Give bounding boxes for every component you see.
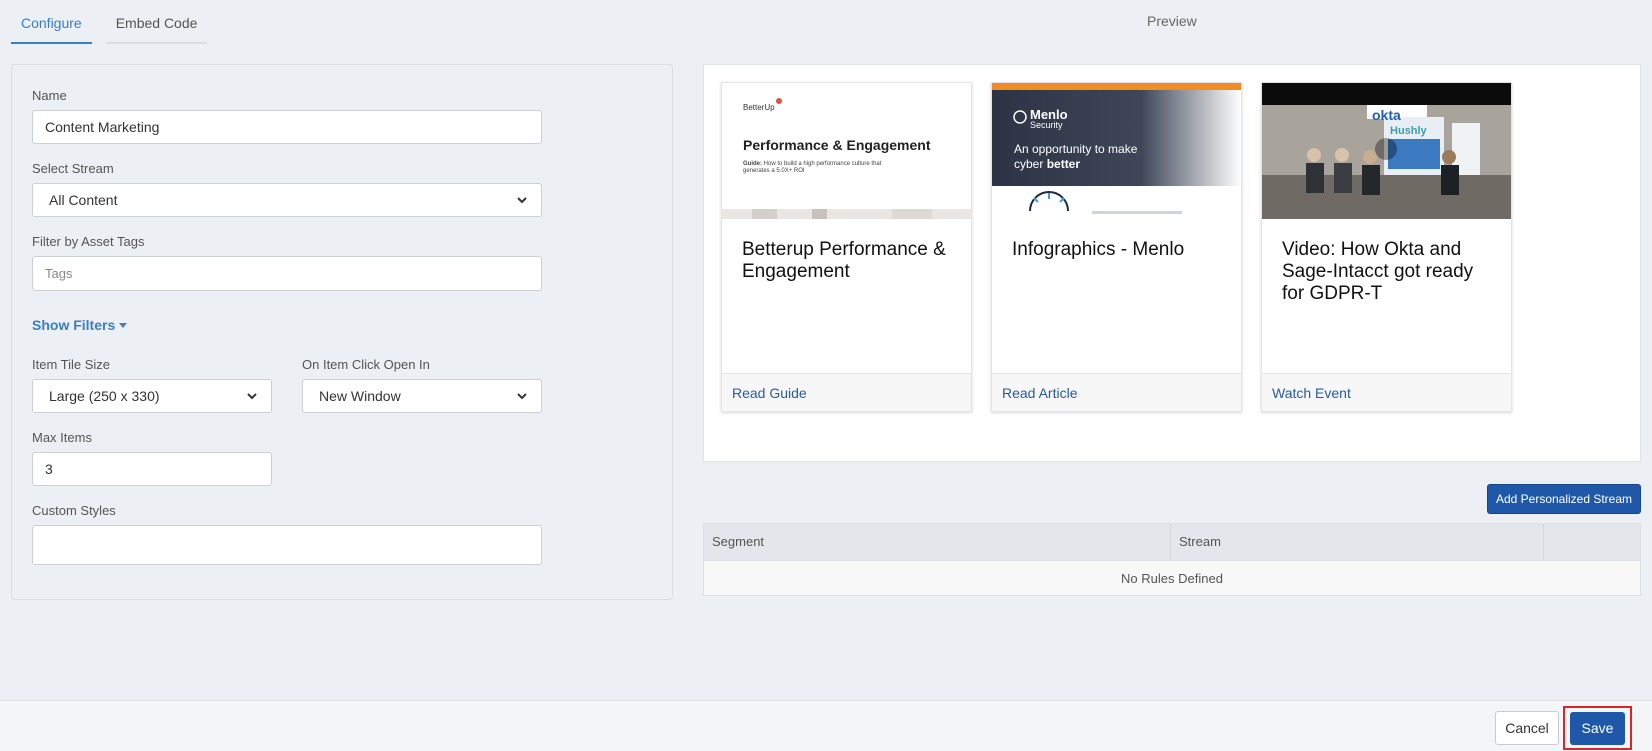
tab-configure[interactable]: Configure: [11, 0, 92, 44]
tags-placeholder: Tags: [45, 266, 73, 281]
card-cta-watch-event[interactable]: Watch Event: [1262, 373, 1511, 411]
card-cta-read-guide[interactable]: Read Guide: [722, 373, 971, 411]
actions-column-header: [1544, 524, 1640, 560]
select-stream-value: All Content: [49, 192, 118, 208]
custom-styles-label: Custom Styles: [32, 503, 116, 518]
select-stream-label: Select Stream: [32, 161, 114, 176]
betterup-brand: BetterUp: [743, 103, 775, 112]
save-button[interactable]: Save: [1570, 712, 1625, 745]
rules-empty-message: No Rules Defined: [704, 560, 1640, 595]
menlo-tagline-1: An opportunity to make: [1014, 142, 1138, 156]
tile-size-value: Large (250 x 330): [49, 388, 160, 404]
segment-column-header[interactable]: Segment: [704, 524, 1171, 560]
preview-title: Preview: [1147, 13, 1197, 29]
preview-panel: BetterUp Performance & Engagement Guide:…: [703, 64, 1641, 462]
caret-down-icon: [119, 322, 128, 328]
max-items-input[interactable]: 3: [32, 452, 272, 486]
chevron-down-icon: [517, 393, 527, 400]
click-open-value: New Window: [319, 388, 401, 404]
card-thumbnail-okta-video: okta Hushly: [1262, 83, 1511, 219]
tab-bar: Configure Embed Code: [11, 0, 208, 44]
config-panel: Name Content Marketing Select Stream All…: [11, 64, 673, 600]
select-stream-dropdown[interactable]: All Content: [32, 183, 542, 217]
cancel-button[interactable]: Cancel: [1495, 711, 1559, 745]
menlo-tagline-2: cyber: [1014, 157, 1044, 171]
max-items-value: 3: [45, 461, 53, 477]
chevron-down-icon: [247, 393, 257, 400]
card-title[interactable]: Video: How Okta and Sage-Intacct got rea…: [1282, 239, 1497, 305]
name-input[interactable]: Content Marketing: [32, 110, 542, 144]
play-icon: [1375, 138, 1397, 160]
betterup-heading: Performance & Engagement: [743, 137, 931, 153]
custom-styles-textarea[interactable]: [32, 525, 542, 565]
tags-input[interactable]: Tags: [32, 256, 542, 291]
preview-card[interactable]: BetterUp Performance & Engagement Guide:…: [721, 82, 972, 412]
show-filters-toggle[interactable]: Show Filters: [32, 317, 128, 333]
tab-embed-code[interactable]: Embed Code: [105, 0, 208, 44]
card-title[interactable]: Infographics - Menlo: [1012, 239, 1227, 261]
click-open-label: On Item Click Open In: [302, 357, 430, 372]
rules-table: Segment Stream No Rules Defined: [703, 523, 1641, 596]
betterup-sub: How to build a high performance culture …: [743, 161, 882, 174]
card-cta-read-article[interactable]: Read Article: [992, 373, 1241, 411]
okta-brand: okta: [1372, 107, 1401, 123]
footer-bar: [0, 700, 1652, 751]
name-input-value: Content Marketing: [45, 119, 160, 135]
menlo-tagline-bold: better: [1046, 157, 1081, 171]
preview-card[interactable]: Menlo Security An opportunity to make cy…: [991, 82, 1242, 412]
menlo-brand-sub: Security: [1030, 120, 1063, 130]
hushly-brand: Hushly: [1390, 125, 1427, 137]
add-personalized-stream-button[interactable]: Add Personalized Stream: [1487, 484, 1641, 514]
rules-table-header: Segment Stream: [704, 524, 1640, 560]
preview-card[interactable]: okta Hushly Video: How Okta and Sage-Int…: [1261, 82, 1512, 412]
filter-tags-label: Filter by Asset Tags: [32, 234, 145, 249]
tile-size-dropdown[interactable]: Large (250 x 330): [32, 379, 272, 413]
name-label: Name: [32, 88, 67, 103]
max-items-label: Max Items: [32, 430, 92, 445]
show-filters-label: Show Filters: [32, 317, 116, 333]
betterup-sub-bold: Guide:: [743, 161, 762, 167]
chevron-down-icon: [517, 197, 527, 204]
tile-size-label: Item Tile Size: [32, 357, 111, 372]
card-thumbnail-menlo: Menlo Security An opportunity to make cy…: [992, 83, 1241, 219]
card-thumbnail-betterup: BetterUp Performance & Engagement Guide:…: [722, 83, 971, 219]
click-open-dropdown[interactable]: New Window: [302, 379, 542, 413]
card-title[interactable]: Betterup Performance & Engagement: [742, 239, 957, 283]
stream-column-header[interactable]: Stream: [1171, 524, 1544, 560]
